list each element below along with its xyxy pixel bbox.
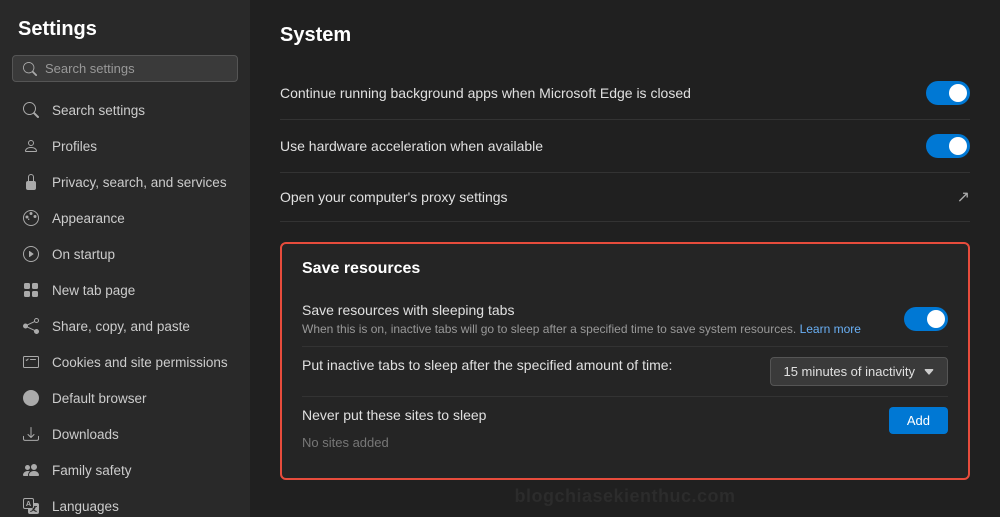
sidebar-item-label: Search settings — [52, 103, 145, 118]
sleeping-tabs-row: Save resources with sleeping tabs When t… — [302, 292, 948, 347]
background-apps-row: Continue running background apps when Mi… — [280, 67, 970, 120]
sidebar-item-on-startup[interactable]: On startup — [4, 237, 246, 271]
sleeping-tabs-subtext: When this is on, inactive tabs will go t… — [302, 322, 861, 336]
save-resources-box: Save resources Save resources with sleep… — [280, 242, 970, 480]
background-apps-toggle[interactable] — [926, 81, 970, 105]
sidebar-item-family-safety[interactable]: Family safety — [4, 453, 246, 487]
background-apps-label: Continue running background apps when Mi… — [280, 85, 691, 101]
inactivity-dropdown-value: 15 minutes of inactivity — [783, 364, 915, 379]
appearance-icon — [22, 209, 40, 227]
newtab-icon — [22, 281, 40, 299]
chevron-down-icon — [923, 366, 935, 378]
hardware-accel-label: Use hardware acceleration when available — [280, 138, 543, 154]
sidebar-item-label: On startup — [52, 247, 115, 262]
sidebar-item-label: New tab page — [52, 283, 135, 298]
proxy-settings-label: Open your computer's proxy settings — [280, 189, 508, 205]
sidebar-item-default-browser[interactable]: Default browser — [4, 381, 246, 415]
page-title: System — [280, 24, 970, 47]
proxy-settings-row: Open your computer's proxy settings ↗ — [280, 173, 970, 222]
privacy-icon — [22, 173, 40, 191]
sidebar-item-label: Profiles — [52, 139, 97, 154]
sidebar-item-search-settings[interactable]: Search settings — [4, 93, 246, 127]
family-icon — [22, 461, 40, 479]
inactive-tabs-text: Put inactive tabs to sleep after the spe… — [302, 357, 672, 377]
search-box[interactable] — [12, 55, 238, 82]
languages-icon — [22, 497, 40, 515]
sidebar-item-languages[interactable]: Languages — [4, 489, 246, 517]
sidebar-item-label: Share, copy, and paste — [52, 319, 190, 334]
never-sleep-label: Never put these sites to sleep — [302, 407, 486, 423]
save-resources-title: Save resources — [302, 260, 948, 278]
sleeping-tabs-label: Save resources with sleeping tabs — [302, 302, 861, 318]
sidebar-item-new-tab[interactable]: New tab page — [4, 273, 246, 307]
never-sleep-text: Never put these sites to sleep No sites … — [302, 407, 486, 452]
inactivity-dropdown[interactable]: 15 minutes of inactivity — [770, 357, 948, 386]
sleeping-tabs-text: Save resources with sleeping tabs When t… — [302, 302, 861, 336]
sleeping-tabs-toggle[interactable] — [904, 307, 948, 331]
add-site-button[interactable]: Add — [889, 407, 948, 434]
hardware-accel-toggle[interactable] — [926, 134, 970, 158]
watermark: blogchiasekienthuc.com — [280, 480, 970, 507]
sidebar: Settings Search settings Profiles Privac… — [0, 0, 250, 517]
inactive-tabs-row: Put inactive tabs to sleep after the spe… — [302, 347, 948, 397]
search-icon — [23, 62, 37, 76]
learn-more-link[interactable]: Learn more — [800, 322, 861, 336]
browser-icon — [22, 389, 40, 407]
sidebar-item-cookies[interactable]: Cookies and site permissions — [4, 345, 246, 379]
sidebar-title: Settings — [0, 8, 250, 55]
search-settings-icon — [22, 101, 40, 119]
search-input[interactable] — [45, 61, 227, 76]
sidebar-item-label: Appearance — [52, 211, 125, 226]
sidebar-item-downloads[interactable]: Downloads — [4, 417, 246, 451]
cookies-icon — [22, 353, 40, 371]
startup-icon — [22, 245, 40, 263]
sidebar-item-label: Privacy, search, and services — [52, 175, 227, 190]
sidebar-item-share-copy[interactable]: Share, copy, and paste — [4, 309, 246, 343]
downloads-icon — [22, 425, 40, 443]
sidebar-item-appearance[interactable]: Appearance — [4, 201, 246, 235]
sidebar-item-label: Default browser — [52, 391, 147, 406]
hardware-accel-row: Use hardware acceleration when available — [280, 120, 970, 173]
never-sleep-row: Never put these sites to sleep No sites … — [302, 397, 948, 462]
sidebar-item-label: Downloads — [52, 427, 119, 442]
sidebar-item-label: Family safety — [52, 463, 132, 478]
sidebar-item-label: Languages — [52, 499, 119, 514]
sidebar-item-label: Cookies and site permissions — [52, 355, 228, 370]
sidebar-item-profiles[interactable]: Profiles — [4, 129, 246, 163]
inactive-tabs-label: Put inactive tabs to sleep after the spe… — [302, 357, 672, 373]
no-sites-text: No sites added — [302, 427, 486, 452]
profiles-icon — [22, 137, 40, 155]
share-icon — [22, 317, 40, 335]
sidebar-item-privacy[interactable]: Privacy, search, and services — [4, 165, 246, 199]
external-link-icon[interactable]: ↗ — [957, 187, 970, 207]
main-content: System Continue running background apps … — [250, 0, 1000, 517]
